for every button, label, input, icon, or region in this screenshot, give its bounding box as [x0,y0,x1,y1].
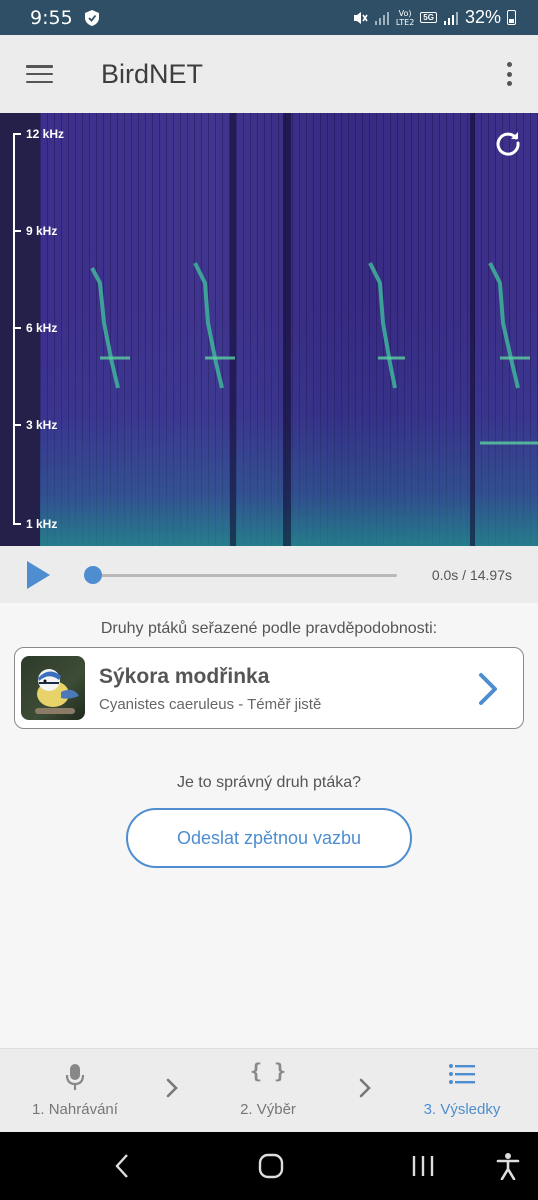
tab-label: 2. Výběr [240,1101,296,1118]
seek-bar[interactable] [93,574,397,577]
axis-label-3khz: 3 kHz [26,418,58,432]
playback-time: 0.0s / 14.97s [431,567,512,583]
tab-label: 1. Nahrávání [32,1101,118,1118]
chevron-right-icon [479,673,497,705]
status-icons: Vo) LTE2 5G 32% [352,7,516,28]
back-icon[interactable] [112,1152,132,1180]
battery-icon [507,10,516,25]
bird-photo [21,656,85,720]
axis-tick [13,133,21,135]
more-options-icon[interactable] [506,62,512,86]
home-icon[interactable] [258,1152,284,1180]
microphone-icon [65,1064,85,1090]
network-badge: 5G [420,12,437,23]
tab-results[interactable]: 3. Výsledky [387,1049,537,1133]
status-time: 9:55 [30,6,73,29]
bird-common-name: Sýkora modřinka [99,665,270,688]
refresh-icon[interactable] [494,129,522,157]
volte-text: Vo) [398,8,412,18]
app-title: BirdNET [101,59,204,89]
axis-tick [13,424,21,426]
status-bar: 9:55 Vo) LTE2 5G 32% [0,0,538,35]
seek-thumb[interactable] [84,566,102,584]
feedback-question: Je to správný druh ptáka? [176,774,362,791]
axis-tick [13,230,21,232]
volte-indicator: Vo) LTE2 [396,9,414,27]
chevron-right-icon [359,1078,371,1098]
play-icon[interactable] [25,560,51,590]
recent-apps-icon[interactable] [410,1152,436,1180]
signal-icon [374,11,389,25]
accessibility-icon[interactable] [496,1152,520,1180]
results-heading: Druhy ptáků seřazené podle pravděpodobno… [100,620,438,637]
axis-tick [13,523,21,525]
spectrogram[interactable]: 12 kHz 9 kHz 6 kHz 3 kHz 1 kHz [0,113,538,546]
app-bar: BirdNET [0,35,538,113]
chevron-right-icon [166,1078,178,1098]
system-nav-bar [0,1132,538,1200]
lte-text: LTE2 [395,17,415,27]
tab-recording[interactable]: 1. Nahrávání [0,1049,150,1133]
battery-percent: 32% [464,7,501,27]
tab-selection[interactable]: { } 2. Výběr [193,1049,343,1133]
axis-label-6khz: 6 kHz [26,321,58,335]
axis-label-9khz: 9 kHz [26,224,58,238]
axis-label-1khz: 1 kHz [26,517,58,531]
frequency-axis [13,133,15,525]
axis-tick [13,327,21,329]
result-item[interactable]: Sýkora modřinka Cyanistes caeruleus - Té… [14,647,524,729]
menu-icon[interactable] [26,65,53,83]
list-icon [449,1064,475,1084]
bird-scientific-name: Cyanistes caeruleus - Téměř jistě [99,696,322,713]
tab-label: 3. Výsledky [423,1101,501,1118]
shield-icon [84,9,99,26]
axis-label-12khz: 12 kHz [26,127,65,141]
send-feedback-button[interactable]: Odeslat zpětnou vazbu [126,808,412,868]
bottom-tab-bar: 1. Nahrávání { } 2. Výběr 3. Výsledky [0,1048,538,1132]
bird-call-traces [90,262,538,445]
mute-icon [353,11,368,24]
braces-icon: { } [249,1059,287,1083]
signal-strong-icon [443,11,458,25]
audio-player: 0.0s / 14.97s [0,546,538,603]
